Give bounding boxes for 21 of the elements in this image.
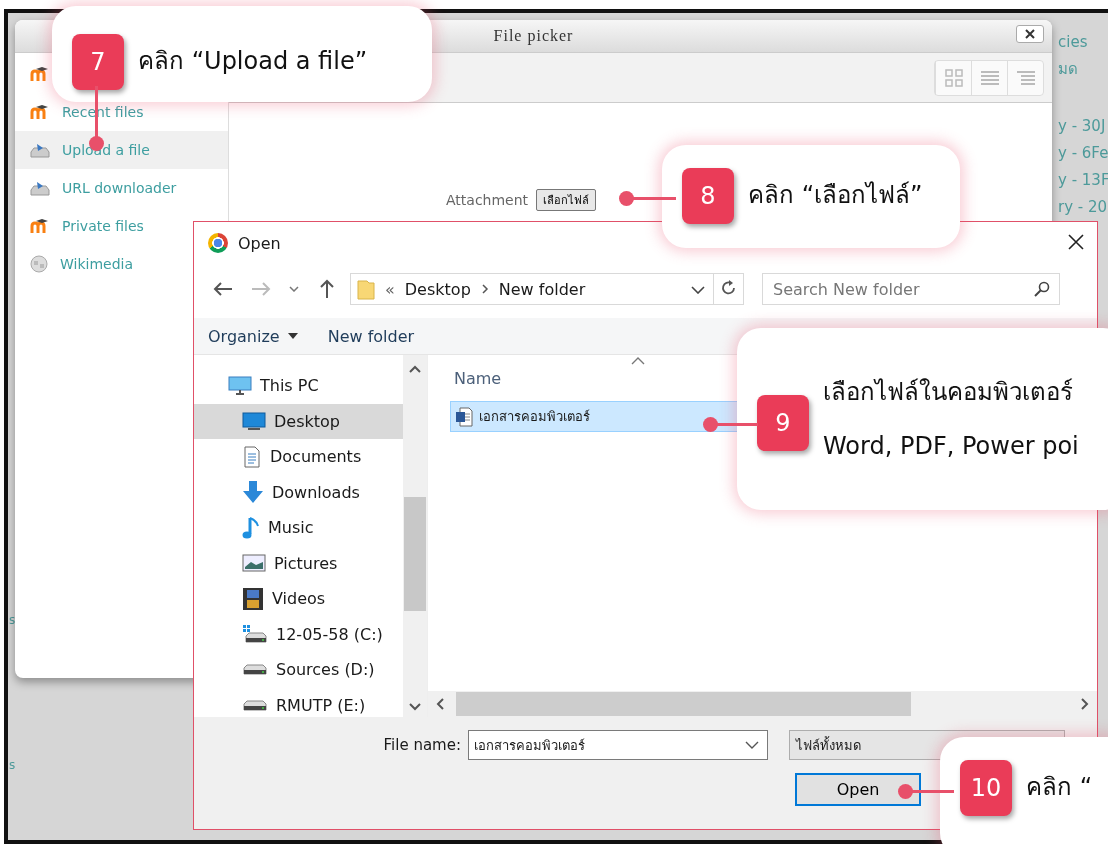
background-text: s <box>9 613 16 627</box>
callout-text: คลิก “ <box>1026 772 1093 803</box>
callout-text: คลิก “เลือกไฟล์” <box>748 180 923 211</box>
background-text: y - 13F <box>1058 170 1108 191</box>
background-text: ry - 20 <box>1058 197 1108 218</box>
callout-text: คลิก “Upload a file” <box>138 46 368 77</box>
step-number: 9 <box>757 395 809 451</box>
background-text: มด <box>1058 59 1079 80</box>
background-text: cies <box>1058 32 1089 53</box>
background-text: s <box>9 758 16 772</box>
step-number: 7 <box>72 34 124 90</box>
background-text: y - 30J <box>1058 116 1107 137</box>
background-text: y - 6Fe <box>1058 143 1108 164</box>
file-name-label: File name: <box>382 736 462 754</box>
callout-text: Word, PDF, Power poi <box>823 431 1079 462</box>
window-title: File picker <box>493 27 574 45</box>
attachment-label: Attachment <box>446 192 529 208</box>
step-number: 10 <box>960 760 1012 816</box>
dialog-title: Open <box>238 233 281 253</box>
callout-text: เลือกไฟล์ในคอมพิวเตอร์ <box>823 377 1074 408</box>
step-number: 8 <box>682 168 734 224</box>
